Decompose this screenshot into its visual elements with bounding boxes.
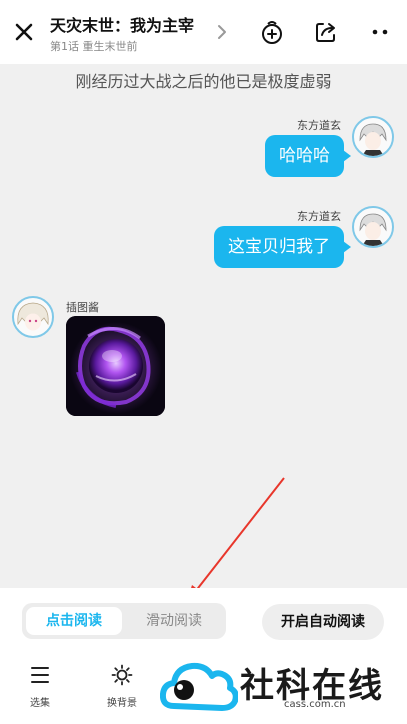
nav-change-background[interactable]: 换背景 [92,664,152,709]
cloud-logo-icon [160,662,238,711]
nav-label: 换背景 [107,698,137,709]
auto-read-button[interactable]: 开启自动阅读 [262,604,384,640]
nav-chapter-list[interactable]: 选集 [10,664,70,709]
scroll-read-tab[interactable]: 滑动阅读 [126,607,222,635]
menu-icon [31,667,49,683]
click-read-tab[interactable]: 点击阅读 [26,607,122,635]
sun-icon [111,664,133,686]
watermark-url: cass.com.cn [284,699,346,710]
nav-label: 选集 [30,698,50,709]
